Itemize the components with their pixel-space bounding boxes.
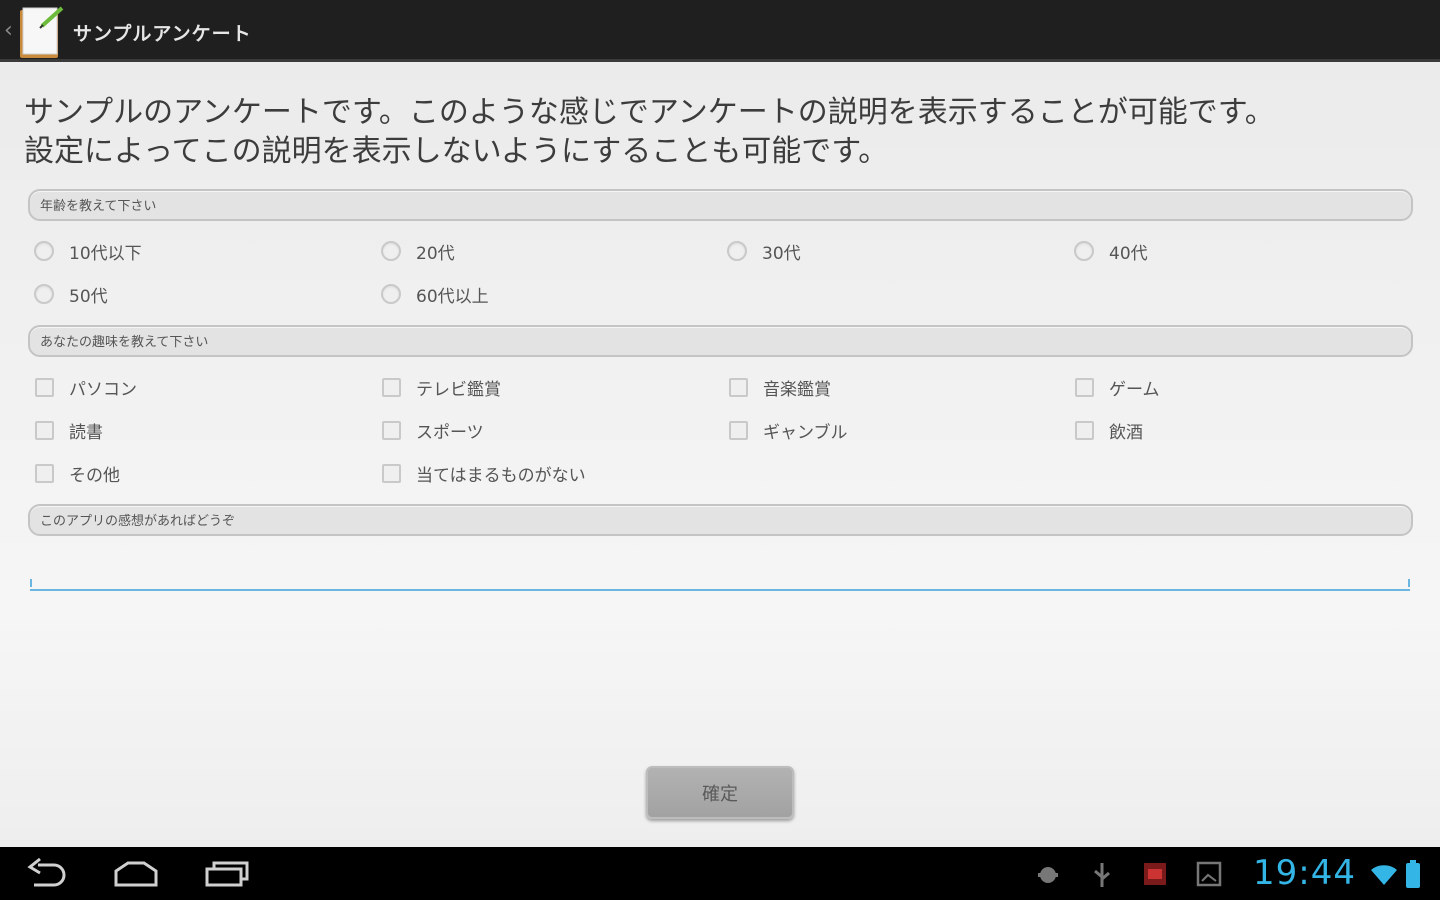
radio-button[interactable] <box>727 241 747 261</box>
hobby-question-header: あなたの趣味を教えて下さい <box>28 325 1413 357</box>
hobby-option-label: 読書 <box>69 422 103 443</box>
hobby-option-none[interactable]: 当てはまるものがない <box>382 459 586 487</box>
survey-description: サンプルのアンケートです。このような感じでアンケートの説明を表示することが可能で… <box>24 93 1404 171</box>
hobby-option-label: 音楽鑑賞 <box>763 379 831 400</box>
hobby-option-music[interactable]: 音楽鑑賞 <box>729 373 831 401</box>
confirm-button[interactable]: 確定 <box>646 766 794 819</box>
hobby-option-label: テレビ鑑賞 <box>416 379 501 400</box>
notepad-app-icon[interactable] <box>18 4 66 60</box>
home-icon[interactable] <box>112 857 160 891</box>
battery-icon <box>1406 860 1420 888</box>
checkbox[interactable] <box>35 377 54 397</box>
hobby-option-drinking[interactable]: 飲酒 <box>1075 416 1143 444</box>
checkbox[interactable] <box>35 420 54 440</box>
age-option-20s[interactable]: 20代 <box>381 237 455 265</box>
input-underline-edge <box>30 579 32 587</box>
radio-button[interactable] <box>381 241 401 261</box>
survey-form: サンプルのアンケートです。このような感じでアンケートの説明を表示することが可能で… <box>0 65 1440 847</box>
hobby-option-label: その他 <box>69 465 120 486</box>
hobby-option-label: パソコン <box>69 379 137 400</box>
age-option-label: 60代以上 <box>416 286 489 307</box>
hobby-option-sports[interactable]: スポーツ <box>382 416 484 444</box>
age-option-label: 40代 <box>1109 243 1148 264</box>
comment-question-header: このアプリの感想があればどうぞ <box>28 504 1413 536</box>
hobby-option-tv[interactable]: テレビ鑑賞 <box>382 373 501 401</box>
checkbox[interactable] <box>382 463 401 483</box>
checkbox[interactable] <box>382 420 401 440</box>
checkbox[interactable] <box>1075 377 1094 397</box>
description-line-1: サンプルのアンケートです。このような感じでアンケートの説明を表示することが可能で… <box>24 95 1275 130</box>
recent-apps-icon[interactable] <box>204 857 250 891</box>
screenshot-icon <box>1196 861 1222 887</box>
hobby-option-label: ギャンブル <box>763 422 848 443</box>
hobby-option-reading[interactable]: 読書 <box>35 416 103 444</box>
wifi-icon <box>1371 865 1397 885</box>
age-option-label: 10代以下 <box>69 243 142 264</box>
android-debug-icon <box>1038 867 1058 883</box>
input-underline-edge <box>1408 579 1410 587</box>
checkbox[interactable] <box>729 377 748 397</box>
comment-question-label: このアプリの感想があればどうぞ <box>40 514 236 529</box>
checkbox[interactable] <box>382 377 401 397</box>
hobby-option-label: 当てはまるものがない <box>416 465 586 486</box>
hobby-option-label: スポーツ <box>416 422 484 443</box>
age-question-header: 年齢を教えて下さい <box>28 189 1413 221</box>
comment-input[interactable] <box>30 565 1410 591</box>
hobby-option-pc[interactable]: パソコン <box>35 373 137 401</box>
hobby-question-label: あなたの趣味を教えて下さい <box>40 335 209 350</box>
checkbox[interactable] <box>1075 420 1094 440</box>
app-title: サンプルアンケート <box>73 23 252 45</box>
age-option-label: 30代 <box>762 243 801 264</box>
notification-app-icon <box>1144 863 1166 885</box>
status-clock: 19:44 <box>1253 853 1356 893</box>
action-bar: ‹ サンプルアンケート <box>0 0 1440 62</box>
age-option-50s[interactable]: 50代 <box>34 280 108 308</box>
app-screen: ‹ サンプルアンケート サンプルのアンケートです。このような感じでアンケートの説… <box>0 0 1440 900</box>
age-question-label: 年齢を教えて下さい <box>40 199 157 214</box>
checkbox[interactable] <box>729 420 748 440</box>
usb-icon <box>1094 863 1110 887</box>
age-option-10s-or-under[interactable]: 10代以下 <box>34 237 142 265</box>
age-option-label: 50代 <box>69 286 108 307</box>
radio-button[interactable] <box>34 241 54 261</box>
radio-button[interactable] <box>34 284 54 304</box>
hobby-option-gambling[interactable]: ギャンブル <box>729 416 848 444</box>
age-option-60s-or-over[interactable]: 60代以上 <box>381 280 489 308</box>
radio-button[interactable] <box>1074 241 1094 261</box>
description-line-2: 設定によってこの説明を表示しないようにすることも可能です。 <box>24 134 889 169</box>
checkbox[interactable] <box>35 463 54 483</box>
radio-button[interactable] <box>381 284 401 304</box>
hobby-option-other[interactable]: その他 <box>35 459 120 487</box>
age-option-label: 20代 <box>416 243 455 264</box>
age-option-40s[interactable]: 40代 <box>1074 237 1148 265</box>
hobby-option-label: 飲酒 <box>1109 422 1143 443</box>
up-caret-icon[interactable]: ‹ <box>4 18 13 43</box>
hobby-option-game[interactable]: ゲーム <box>1075 373 1160 401</box>
back-icon[interactable] <box>24 857 68 891</box>
system-navigation-bar: 19:44 <box>0 847 1440 900</box>
age-option-30s[interactable]: 30代 <box>727 237 801 265</box>
hobby-option-label: ゲーム <box>1109 379 1160 400</box>
